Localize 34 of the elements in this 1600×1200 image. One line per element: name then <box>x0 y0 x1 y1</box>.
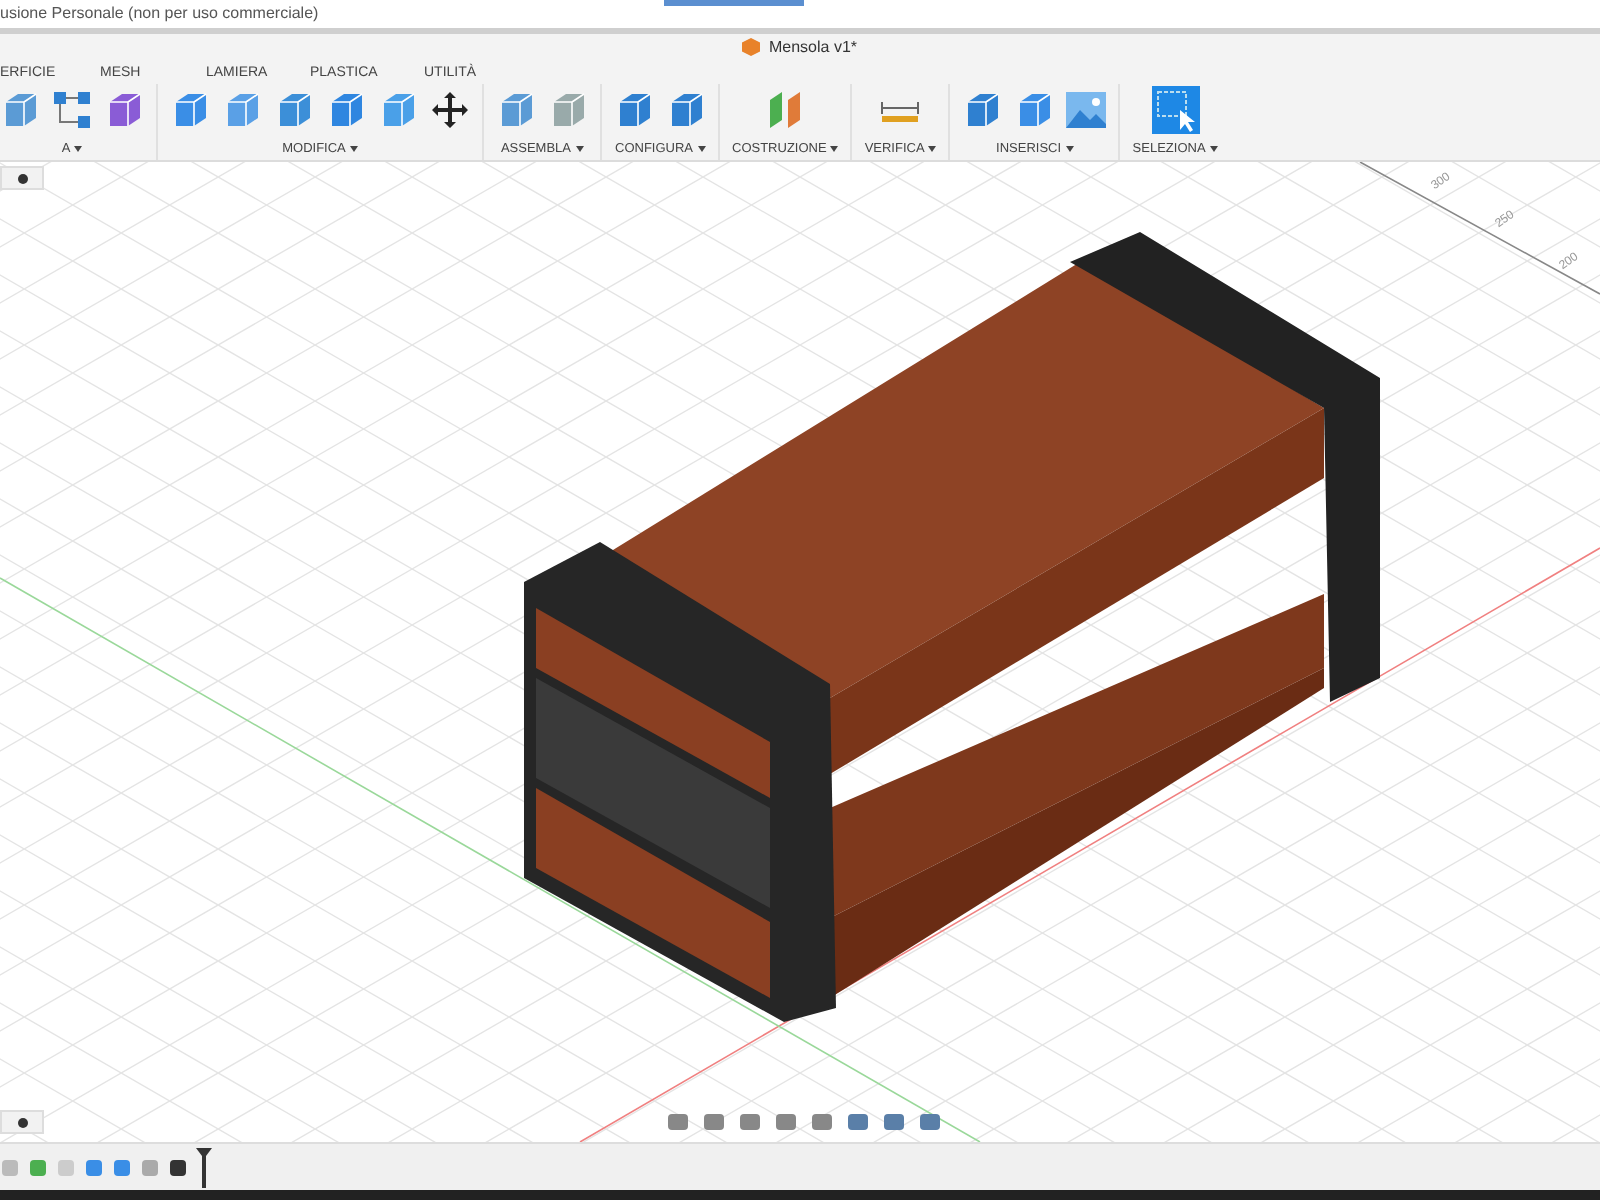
tool-icon[interactable] <box>614 90 654 130</box>
collapse-handle[interactable] <box>0 166 44 190</box>
picture-icon[interactable] <box>1066 92 1107 128</box>
tool-icon[interactable] <box>222 90 262 130</box>
caret-icon <box>349 146 358 153</box>
window-tab-indicator <box>664 0 804 6</box>
dot-icon <box>17 173 27 183</box>
timeline-marker-icon[interactable] <box>196 1147 212 1187</box>
caret-icon <box>575 146 584 153</box>
tool-icon[interactable] <box>548 90 588 130</box>
tool-icon[interactable] <box>496 90 536 130</box>
caret-icon <box>1065 146 1074 153</box>
dot-icon <box>17 1117 27 1127</box>
sketch-points-icon[interactable] <box>52 90 92 130</box>
tool-icon[interactable] <box>666 90 706 130</box>
selection-icon[interactable] <box>1151 86 1200 134</box>
tool-icon[interactable] <box>378 90 418 130</box>
tool-icon[interactable] <box>170 90 210 130</box>
caret-icon <box>697 146 705 153</box>
document-title[interactable]: Mensola v1* <box>768 35 858 59</box>
caret-icon <box>74 146 83 153</box>
tool-icon[interactable] <box>1014 90 1055 130</box>
tool-icon[interactable] <box>104 90 144 130</box>
collapse-handle[interactable] <box>0 1110 44 1134</box>
window-title: usione Personale (non per uso commerciale) <box>0 6 319 22</box>
component-cube-icon <box>742 38 761 56</box>
caret-icon <box>928 146 937 153</box>
caret-icon <box>1209 146 1218 153</box>
caret-icon <box>830 146 839 153</box>
tool-icon[interactable] <box>326 90 366 130</box>
move-arrows-icon[interactable] <box>430 90 470 130</box>
tool-icon[interactable] <box>274 90 314 130</box>
tool-icon[interactable] <box>0 90 40 130</box>
tool-icon[interactable] <box>962 90 1003 130</box>
